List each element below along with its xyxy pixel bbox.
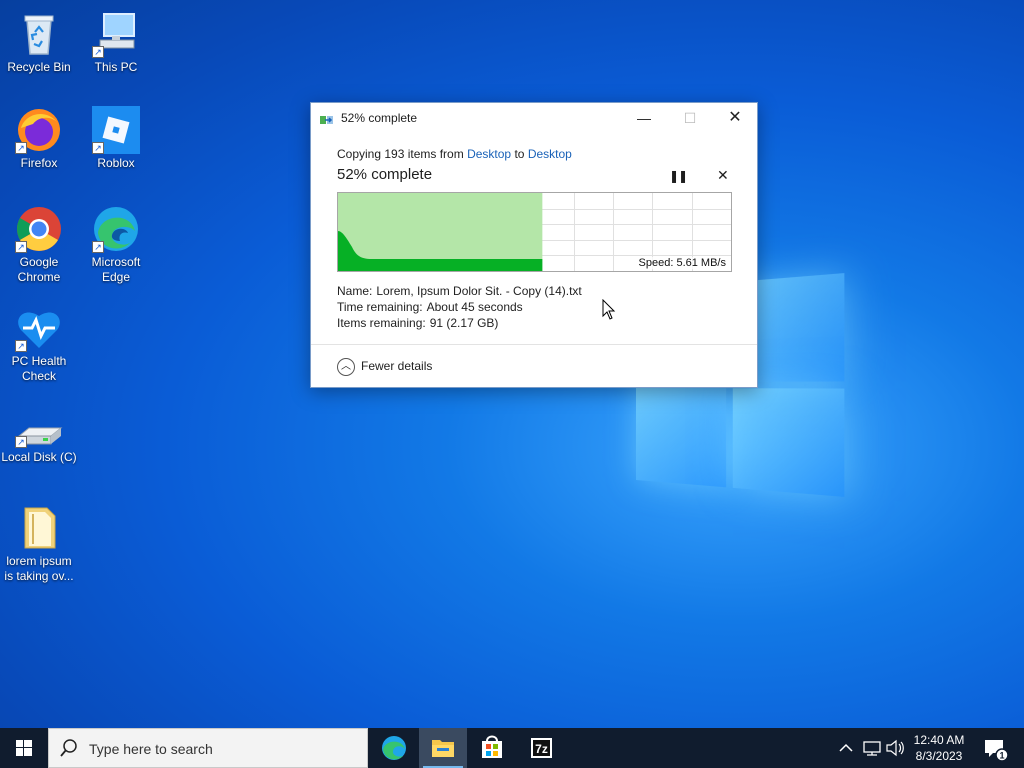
notification-icon: 1 bbox=[985, 740, 1009, 762]
desktop-icon-google-chrome[interactable]: ↗ Google Chrome bbox=[1, 205, 77, 285]
desktop-icon-label: Google Chrome bbox=[17, 255, 61, 284]
local-disk-icon: ↗ bbox=[15, 418, 63, 448]
name-value: Lorem, Ipsum Dolor Sit. - Copy (14).txt bbox=[376, 284, 582, 298]
copy-icon bbox=[320, 113, 336, 125]
edge-icon: ↗ bbox=[92, 205, 140, 253]
tray-volume[interactable] bbox=[884, 728, 906, 768]
copying-prefix: Copying 193 items from bbox=[337, 147, 464, 161]
tray-network[interactable] bbox=[860, 728, 884, 768]
taskbar: Type here to search 7z 12:40 AM 8/3/2023… bbox=[0, 728, 1024, 768]
notification-center-button[interactable]: 1 bbox=[980, 728, 1010, 768]
taskbar-7zip[interactable]: 7z bbox=[517, 728, 565, 768]
items-value: 91 (2.17 GB) bbox=[429, 316, 499, 330]
destination-link[interactable]: Desktop bbox=[528, 147, 572, 161]
this-pc-icon: ↗ bbox=[92, 10, 140, 58]
speed-readout: Speed: 5.61 MB/s bbox=[638, 257, 726, 269]
search-icon bbox=[60, 739, 77, 757]
taskbar-store[interactable] bbox=[468, 728, 516, 768]
recycle-bin-icon bbox=[15, 10, 63, 58]
dialog-titlebar[interactable]: 52% complete — ☐ ✕ bbox=[311, 103, 757, 133]
shortcut-arrow-icon: ↗ bbox=[92, 46, 104, 58]
desktop-icon-label: Microsoft Edge bbox=[91, 255, 141, 284]
shortcut-arrow-icon: ↗ bbox=[92, 142, 104, 154]
taskbar-search-box[interactable]: Type here to search bbox=[48, 728, 368, 768]
fewer-details-button[interactable]: ︿ Fewer details bbox=[337, 358, 432, 376]
desktop-icon-label: Firefox bbox=[20, 156, 58, 170]
edge-icon bbox=[382, 736, 406, 760]
clock-time: 12:40 AM bbox=[913, 733, 965, 747]
desktop-icon-folder[interactable]: lorem ipsum is taking ov... bbox=[1, 504, 77, 584]
desktop-icon-recycle-bin[interactable]: Recycle Bin bbox=[1, 10, 77, 75]
7zip-label: 7z bbox=[535, 742, 548, 756]
desktop-icon-this-pc[interactable]: ↗ This PC bbox=[78, 10, 154, 75]
windows-start-icon bbox=[16, 740, 32, 756]
7zip-icon: 7z bbox=[531, 738, 552, 758]
desktop-icon-label: Roblox bbox=[97, 156, 135, 170]
copy-progress-dialog: 52% complete — ☐ ✕ Copying 193 items fro… bbox=[310, 102, 758, 388]
name-label: Name: bbox=[337, 284, 373, 298]
desktop-icon-roblox[interactable]: ↗ Roblox bbox=[78, 106, 154, 171]
shortcut-arrow-icon: ↗ bbox=[92, 241, 104, 253]
desktop-icon-label: lorem ipsum is taking ov... bbox=[4, 554, 74, 583]
mouse-cursor-icon bbox=[602, 299, 616, 320]
cancel-copy-button[interactable]: ✕ bbox=[717, 167, 729, 184]
source-link[interactable]: Desktop bbox=[467, 147, 511, 161]
volume-icon bbox=[886, 739, 904, 757]
items-remaining-row: Items remaining: 91 (2.17 GB) bbox=[337, 315, 582, 331]
file-explorer-icon bbox=[432, 740, 454, 757]
search-placeholder: Type here to search bbox=[89, 741, 213, 757]
pc-health-check-icon: ↗ bbox=[15, 304, 63, 352]
firefox-icon: ↗ bbox=[15, 106, 63, 154]
transfer-speed-graph: Speed: 5.61 MB/s bbox=[337, 192, 732, 272]
start-button[interactable] bbox=[0, 728, 48, 768]
copy-details: Name: Lorem, Ipsum Dolor Sit. - Copy (14)… bbox=[337, 283, 582, 331]
shortcut-arrow-icon: ↗ bbox=[15, 340, 27, 352]
minimize-button[interactable]: — bbox=[621, 103, 667, 133]
name-row: Name: Lorem, Ipsum Dolor Sit. - Copy (14)… bbox=[337, 283, 582, 299]
desktop-icon-label: Local Disk (C) bbox=[1, 450, 77, 464]
desktop-icon-local-disk[interactable]: ↗ Local Disk (C) bbox=[1, 418, 77, 465]
chevron-up-icon bbox=[839, 743, 853, 752]
pause-button[interactable]: ❚❚ bbox=[669, 169, 688, 183]
taskbar-clock[interactable]: 12:40 AM 8/3/2023 bbox=[906, 732, 972, 764]
tray-overflow-button[interactable] bbox=[836, 728, 856, 768]
network-icon bbox=[863, 741, 881, 756]
items-label: Items remaining: bbox=[337, 316, 426, 330]
dialog-title: 52% complete bbox=[341, 111, 418, 125]
shortcut-arrow-icon: ↗ bbox=[15, 142, 27, 154]
to-word: to bbox=[514, 147, 525, 161]
copying-summary: Copying 193 items from Desktop to Deskto… bbox=[337, 147, 572, 161]
desktop-icon-label: Recycle Bin bbox=[7, 60, 71, 74]
clock-date: 8/3/2023 bbox=[915, 749, 963, 763]
fewer-details-label: Fewer details bbox=[361, 359, 433, 374]
desktop-icon-microsoft-edge[interactable]: ↗ Microsoft Edge bbox=[78, 205, 154, 285]
desktop-icon-firefox[interactable]: ↗ Firefox bbox=[1, 106, 77, 171]
shortcut-arrow-icon: ↗ bbox=[15, 241, 27, 253]
percent-complete: 52% complete bbox=[337, 166, 433, 183]
taskbar-edge[interactable] bbox=[370, 728, 418, 768]
folder-icon bbox=[15, 504, 63, 552]
store-icon bbox=[482, 735, 502, 758]
desktop-icon-label: PC Health Check bbox=[11, 354, 67, 383]
close-button[interactable]: ✕ bbox=[712, 103, 758, 133]
time-label: Time remaining: bbox=[337, 300, 423, 314]
desktop-icon-label: This PC bbox=[94, 60, 138, 74]
time-remaining-row: Time remaining: About 45 seconds bbox=[337, 299, 582, 315]
chevron-up-icon: ︿ bbox=[337, 358, 355, 376]
maximize-button[interactable]: ☐ bbox=[667, 103, 713, 133]
taskbar-file-explorer[interactable] bbox=[419, 728, 467, 768]
divider bbox=[311, 344, 757, 345]
notification-count: 1 bbox=[999, 751, 1004, 761]
shortcut-arrow-icon: ↗ bbox=[15, 436, 27, 448]
time-value: About 45 seconds bbox=[426, 300, 523, 314]
roblox-icon: ↗ bbox=[92, 106, 140, 154]
chrome-icon: ↗ bbox=[15, 205, 63, 253]
desktop-icon-pc-health-check[interactable]: ↗ PC Health Check bbox=[1, 304, 77, 384]
